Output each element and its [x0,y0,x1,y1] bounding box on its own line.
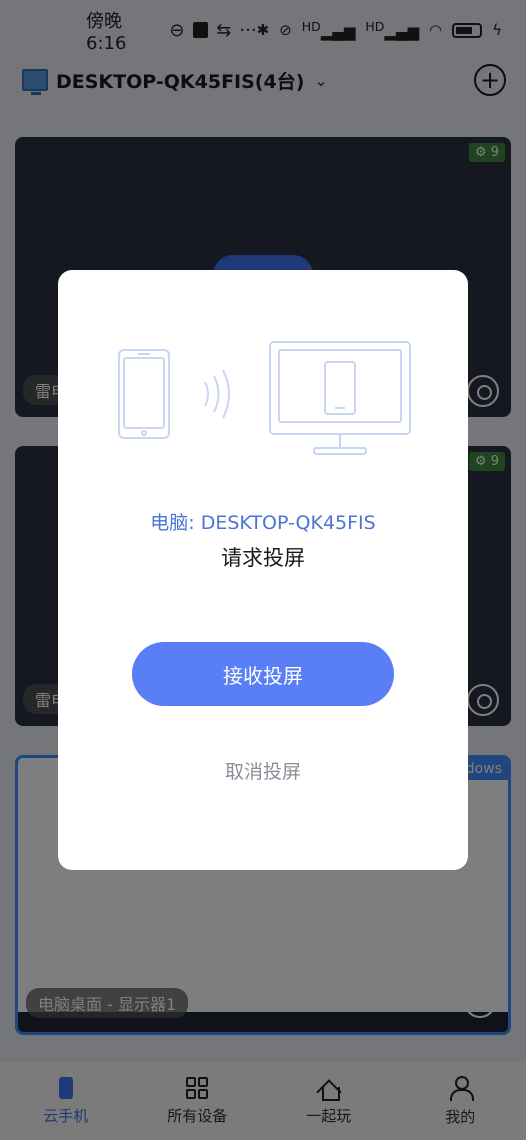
phone-to-pc-illustration [118,341,411,455]
cancel-screencast-button[interactable]: 取消投屏 [163,750,363,790]
requesting-device-name: 电脑: DESKTOP-QK45FIS [150,512,376,534]
accept-screencast-button[interactable]: 接收投屏 [132,642,394,706]
screencast-request-dialog: 电脑: DESKTOP-QK45FIS 请求投屏 接收投屏 取消投屏 [58,270,468,870]
request-message: 请求投屏 [221,546,305,570]
